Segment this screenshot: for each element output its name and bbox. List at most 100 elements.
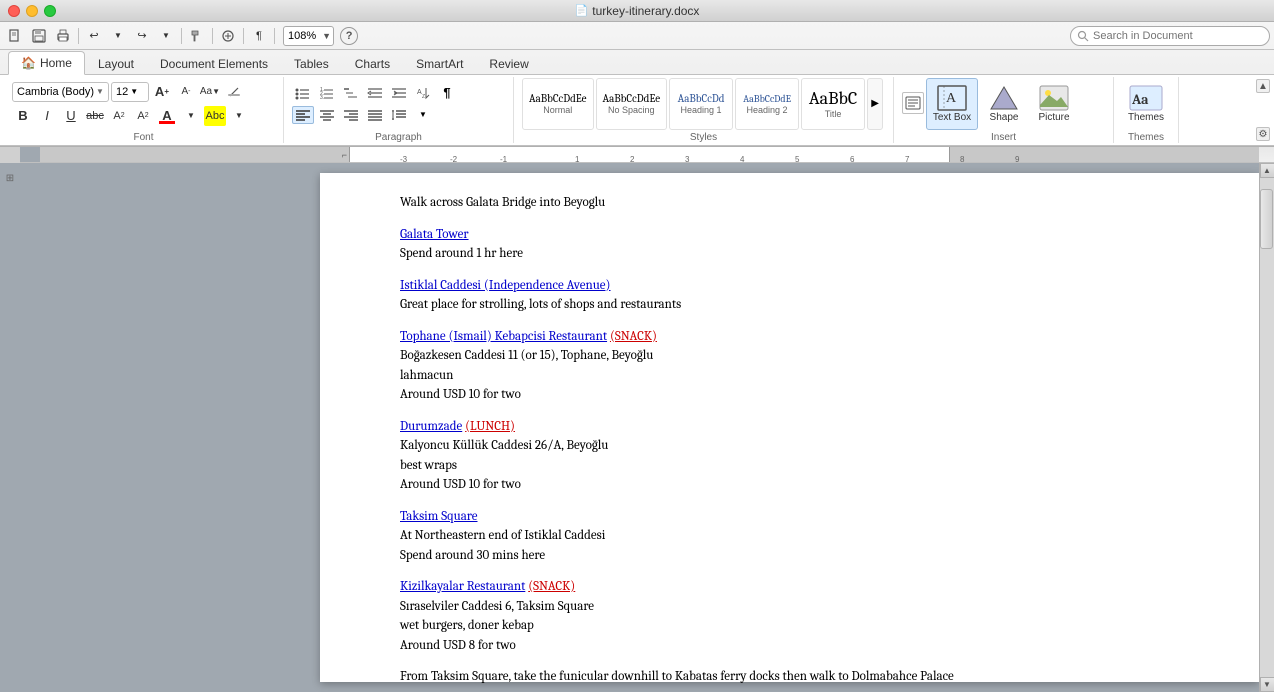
charts-tab-label: Charts xyxy=(355,57,390,71)
save-button[interactable] xyxy=(28,26,50,46)
vertical-scrollbar[interactable]: ▲ ▼ xyxy=(1259,163,1274,692)
underline-button[interactable]: U xyxy=(60,106,82,126)
line-spacing-dropdown[interactable]: ▼ xyxy=(412,106,434,124)
shape-button[interactable]: Shape xyxy=(980,78,1028,130)
zoom-control[interactable]: 108% ▼ xyxy=(283,26,334,46)
style-h1-label: Heading 1 xyxy=(681,105,722,115)
bold-button[interactable]: B xyxy=(12,106,34,126)
clear-format-button[interactable] xyxy=(223,82,245,102)
ribbon-collapse-up[interactable]: ▲ xyxy=(1256,79,1270,93)
tab-charts[interactable]: Charts xyxy=(342,52,403,75)
shape-icon xyxy=(988,84,1020,112)
link-kizilkayalar-tag: (SNACK) xyxy=(528,579,575,594)
styles-pane-button[interactable] xyxy=(902,92,924,114)
tab-home[interactable]: 🏠 Home xyxy=(8,51,85,75)
font-size-arrow: ▼ xyxy=(130,87,138,96)
search-box[interactable] xyxy=(1070,26,1270,46)
change-case-button[interactable]: Aa▼ xyxy=(199,82,221,102)
customize-button[interactable] xyxy=(217,26,239,46)
paragraph-marks-button[interactable]: ¶ xyxy=(248,26,270,46)
scroll-down-button[interactable]: ▼ xyxy=(1260,677,1274,692)
strikethrough-button[interactable]: abc xyxy=(84,106,106,126)
text-color-button[interactable]: A xyxy=(156,106,178,126)
undo-button[interactable]: ↩ xyxy=(83,26,105,46)
italic-button[interactable]: I xyxy=(36,106,58,126)
ruler-content[interactable]: // Will be generated by JS below -3 -2 -… xyxy=(350,147,949,162)
font-size-selector[interactable]: 12 ▼ xyxy=(111,82,149,102)
tab-document-elements[interactable]: Document Elements xyxy=(147,52,281,75)
link-istiklal[interactable]: Istiklal Caddesi (Independence Avenue) xyxy=(400,278,611,293)
align-right-button[interactable] xyxy=(340,106,362,124)
align-left-button[interactable] xyxy=(292,106,314,124)
subscript-button[interactable]: A2 xyxy=(132,106,154,126)
style-normal[interactable]: AaBbCcDdEe Normal xyxy=(522,78,594,130)
scroll-up-button[interactable]: ▲ xyxy=(1260,163,1274,178)
link-tophane[interactable]: Tophane (Ismail) Kebapcisi Restaurant xyxy=(400,329,607,344)
numbering-button[interactable]: 1.2.3. xyxy=(316,84,338,102)
toolbar-separator-5 xyxy=(274,28,275,44)
superscript-button[interactable]: A2 xyxy=(108,106,130,126)
document-container[interactable]: Walk across Galata Bridge into Beyoglu G… xyxy=(20,163,1259,692)
show-formatting-button[interactable]: ¶ xyxy=(436,84,458,102)
justify-button[interactable] xyxy=(364,106,386,124)
minimize-button[interactable] xyxy=(26,5,38,17)
svg-text:A: A xyxy=(946,91,957,106)
main-area: ⊞ Walk across Galata Bridge into Beyoglu… xyxy=(0,163,1274,692)
themes-button[interactable]: Aa Themes xyxy=(1122,78,1170,130)
link-taksim[interactable]: Taksim Square xyxy=(400,509,478,524)
shrink-font-button[interactable]: A- xyxy=(175,82,197,102)
format-paint-button[interactable] xyxy=(186,26,208,46)
indent-more-button[interactable] xyxy=(388,84,410,102)
line-spacing-button[interactable] xyxy=(388,106,410,124)
scroll-track[interactable] xyxy=(1260,178,1274,677)
style-title[interactable]: AaBbC Title xyxy=(801,78,865,130)
scroll-thumb[interactable] xyxy=(1260,189,1273,249)
bullets-button[interactable] xyxy=(292,84,314,102)
new-document-button[interactable] xyxy=(4,26,26,46)
link-kizilkayalar[interactable]: Kizilkayalar Restaurant xyxy=(400,579,525,594)
text-color-dropdown[interactable]: ▼ xyxy=(180,106,202,126)
tab-review[interactable]: Review xyxy=(476,52,541,75)
highlight-dropdown[interactable]: ▼ xyxy=(228,106,250,126)
font-name-selector[interactable]: Cambria (Body) ▼ xyxy=(12,82,109,102)
picture-icon xyxy=(1039,85,1069,111)
search-input[interactable] xyxy=(1093,30,1253,42)
center-align-button[interactable] xyxy=(316,106,338,124)
text-taksim-loc: At Northeastern end of Istiklal Caddesi xyxy=(400,528,605,543)
close-button[interactable] xyxy=(8,5,20,17)
style-heading1[interactable]: AaBbCcDd Heading 1 xyxy=(669,78,733,130)
ribbon-collapse-gear[interactable]: ⚙ xyxy=(1256,127,1270,141)
svg-text:Z: Z xyxy=(422,94,425,100)
svg-text:3.: 3. xyxy=(320,95,324,100)
indent-less-button[interactable] xyxy=(364,84,386,102)
grow-font-button[interactable]: A+ xyxy=(151,82,173,102)
picture-button[interactable]: Picture xyxy=(1030,78,1078,130)
text-box-button[interactable]: A Text Box xyxy=(926,78,978,130)
link-galata-tower[interactable]: Galata Tower xyxy=(400,227,469,242)
redo-dropdown-button[interactable]: ▼ xyxy=(155,26,177,46)
help-button[interactable]: ? xyxy=(340,27,358,45)
zoom-dropdown-arrow[interactable]: ▼ xyxy=(320,31,333,41)
highlight-button[interactable]: Abc xyxy=(204,106,226,126)
zoom-value: 108% xyxy=(284,30,320,42)
page-nav-icon[interactable]: ⊞ xyxy=(6,173,14,184)
text-funicular: From Taksim Square, take the funicular d… xyxy=(400,669,954,684)
style-no-spacing[interactable]: AaBbCcDdEe No Spacing xyxy=(596,78,668,130)
tab-smartart[interactable]: SmartArt xyxy=(403,52,476,75)
styles-scroll-button[interactable]: ▶ xyxy=(867,78,883,130)
ruler-tab-stop[interactable]: ⌐ xyxy=(342,150,347,160)
redo-button[interactable]: ↪ xyxy=(131,26,153,46)
sort-button[interactable]: AZ xyxy=(412,84,434,102)
maximize-button[interactable] xyxy=(44,5,56,17)
paragraph-durumzade: Durumzade (LUNCH) Kalyoncu Küllük Caddes… xyxy=(400,417,1179,495)
link-durumzade[interactable]: Durumzade xyxy=(400,419,462,434)
undo-dropdown-button[interactable]: ▼ xyxy=(107,26,129,46)
style-heading2[interactable]: AaBbCcDdE Heading 2 xyxy=(735,78,799,130)
text-kizilkayalar-price: Around USD 8 for two xyxy=(400,638,516,653)
document-text: Walk across Galata Bridge into Beyoglu G… xyxy=(400,193,1179,692)
shape-label: Shape xyxy=(990,112,1019,123)
multilevel-list-button[interactable] xyxy=(340,84,362,102)
tab-tables[interactable]: Tables xyxy=(281,52,342,75)
print-button[interactable] xyxy=(52,26,74,46)
tab-layout[interactable]: Layout xyxy=(85,52,147,75)
